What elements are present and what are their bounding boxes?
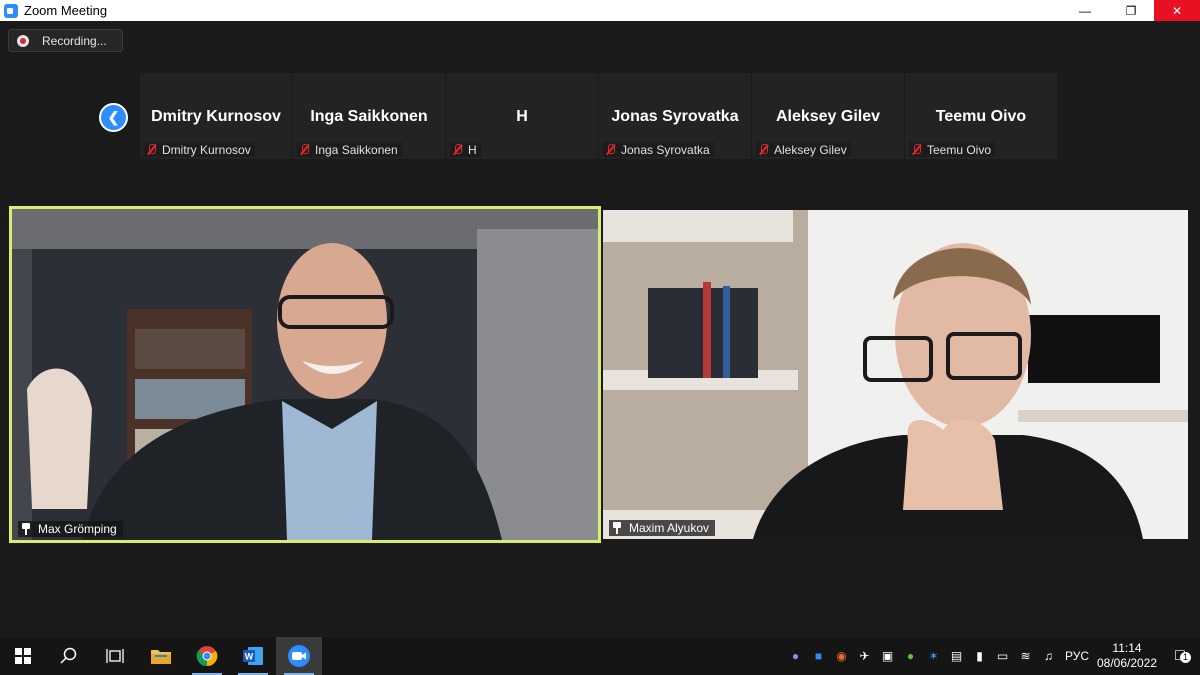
file-explorer-button[interactable] [138,637,184,675]
window-controls: — ❐ ✕ [1062,0,1200,21]
zoom-taskbar-button[interactable] [276,637,322,675]
video-feed-active-speaker[interactable]: Max Grömping [9,206,601,543]
participant-label-text: H [468,142,477,157]
video-participant-name: Max Grömping [38,522,117,536]
chrome-button[interactable] [184,637,230,675]
update-icon[interactable]: ● [899,649,922,663]
meeting-stage: Recording... ❮ Dmitry Kurnosov Dmitry Ku… [0,21,1200,637]
video-participant-name: Maxim Alyukov [629,521,710,535]
teams-tray-icon[interactable]: ● [784,649,807,663]
participant-tile[interactable]: Dmitry Kurnosov Dmitry Kurnosov [140,73,292,159]
participant-name-large: Inga Saikkonen [310,108,428,125]
chevron-left-icon: ❮ [107,109,120,125]
participant-label-text: Inga Saikkonen [315,142,398,157]
pin-icon [21,523,31,535]
title-bar: Zoom Meeting — ❐ ✕ [0,0,1200,21]
participant-name-large: Aleksey Gilev [775,108,881,125]
windows-logo-icon [15,648,31,664]
participant-name-large: Teemu Oivo [935,108,1027,125]
recording-indicator[interactable]: Recording... [8,29,123,52]
word-button[interactable]: W [230,637,276,675]
window-title: Zoom Meeting [24,3,108,18]
mic-muted-icon [299,144,310,155]
participant-tile[interactable]: Aleksey Gilev Aleksey Gilev [752,73,904,159]
zoom-icon [288,645,310,667]
participant-label-text: Teemu Oivo [927,142,992,157]
participant-label: Aleksey Gilev [756,142,851,157]
volume-icon[interactable]: ♫ [1037,649,1060,663]
search-icon [60,647,77,664]
participant-strip: Dmitry Kurnosov Dmitry Kurnosov Inga Sai… [140,73,1057,159]
bluetooth-icon[interactable]: ✶ [922,649,945,663]
participant-label-text: Aleksey Gilev [774,142,847,157]
task-view-button[interactable] [92,637,138,675]
folder-icon [151,650,171,664]
minimize-button[interactable]: — [1062,0,1108,21]
notification-count: 1 [1180,652,1191,663]
participant-name-large: H [516,108,528,125]
participant-video-frame [603,210,1188,539]
participant-tile[interactable]: Jonas Syrovatka Jonas Syrovatka [599,73,751,159]
video-name-tag: Maxim Alyukov [609,520,716,536]
restore-button[interactable]: ❐ [1108,0,1154,21]
participant-label-text: Dmitry Kurnosov [162,142,251,157]
task-view-icon [106,649,124,663]
battery-icon[interactable]: ▭ [991,649,1014,663]
speaker-video-frame [12,209,598,540]
record-icon [17,34,29,47]
zoom-tray-icon[interactable]: ■ [807,649,830,663]
participant-label: Dmitry Kurnosov [144,142,255,157]
headset-icon[interactable]: ◉ [830,649,853,663]
gallery-prev-button[interactable]: ❮ [99,103,128,132]
mic-muted-icon [146,144,157,155]
participant-tile[interactable]: H H [446,73,598,159]
mic-muted-icon [452,144,463,155]
clock-date: 08/06/2022 [1096,656,1158,670]
recording-label: Recording... [42,33,107,48]
participant-label: Teemu Oivo [909,142,996,157]
search-button[interactable] [46,637,92,675]
airplane-icon[interactable]: ✈ [853,649,876,663]
participant-tile[interactable]: Inga Saikkonen Inga Saikkonen [293,73,445,159]
pin-icon [612,522,622,534]
video-feed[interactable]: Maxim Alyukov [603,210,1188,539]
participant-label: Jonas Syrovatka [603,142,714,157]
microphone-icon[interactable]: ▮ [968,649,991,663]
wifi-icon[interactable]: ≋ [1014,649,1037,663]
participant-tile[interactable]: Teemu Oivo Teemu Oivo [905,73,1057,159]
participant-name-large: Dmitry Kurnosov [151,108,281,125]
clock-time: 11:14 [1112,641,1142,655]
chrome-icon [196,646,218,667]
video-name-tag: Max Grömping [18,521,123,537]
participant-name-large: Jonas Syrovatka [611,108,739,125]
word-icon: W [243,647,263,665]
mic-muted-icon [758,144,769,155]
network-icon[interactable]: ▣ [876,649,899,663]
mic-muted-icon [605,144,616,155]
zoom-app-icon [4,3,18,18]
participant-label: Inga Saikkonen [297,142,402,157]
system-clock[interactable]: 11:14 08/06/2022 [1094,641,1160,671]
windows-taskbar: W ● ■ ◉ ✈ ▣ ● ✶ ▤ ▮ ▭ ≋ ♫ РУС 11:14 08/0… [0,637,1200,675]
svg-text:W: W [245,652,254,662]
close-button[interactable]: ✕ [1154,0,1200,21]
notification-center-button[interactable]: □ 1 [1160,647,1200,665]
input-language[interactable]: РУС [1060,649,1094,663]
participant-label: H [450,142,481,157]
mic-muted-icon [911,144,922,155]
participant-label-text: Jonas Syrovatka [621,142,710,157]
security-icon[interactable]: ▤ [945,649,968,663]
start-button[interactable] [0,637,46,675]
system-tray: ● ■ ◉ ✈ ▣ ● ✶ ▤ ▮ ▭ ≋ ♫ РУС 11:14 08/06/… [784,637,1200,675]
